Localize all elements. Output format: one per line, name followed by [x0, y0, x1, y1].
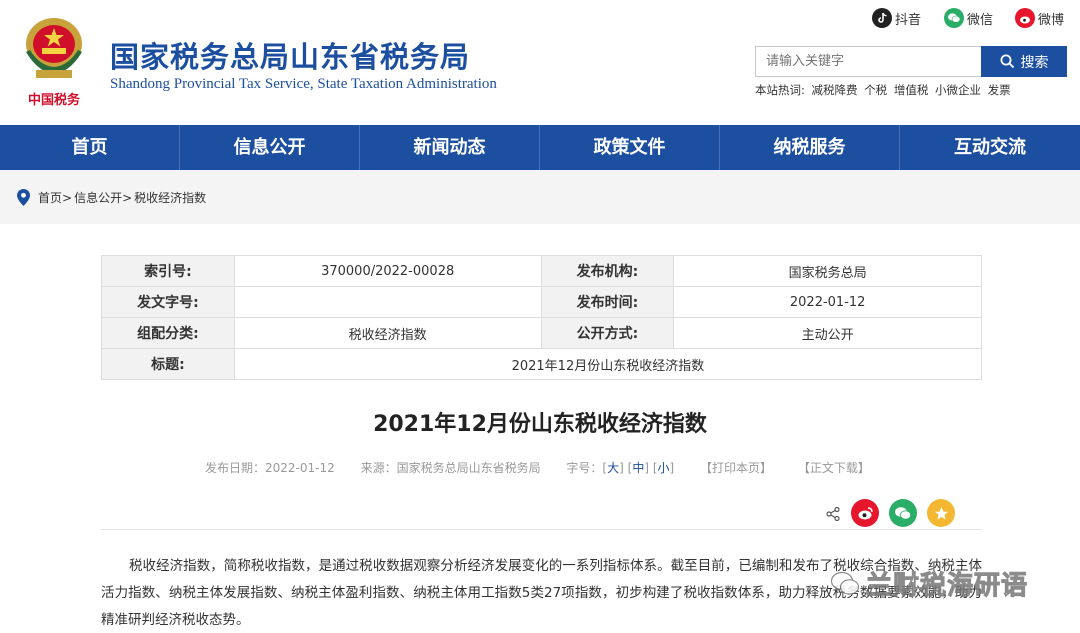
- main-nav: 首页 信息公开 新闻动态 政策文件 纳税服务 互动交流: [0, 125, 1080, 170]
- disclosure-mode-value: 主动公开: [673, 317, 982, 349]
- douyin-link[interactable]: 抖音: [872, 8, 921, 28]
- hot-word-link[interactable]: 增值税: [894, 83, 929, 97]
- nav-item-interaction[interactable]: 互动交流: [900, 125, 1080, 170]
- hot-words: 本站热词: 减税降费 个税 增值税 小微企业 发票: [755, 82, 1011, 98]
- print-page-link[interactable]: 【打印本页】: [700, 461, 772, 475]
- tax-emblem-logo[interactable]: 中国税务: [18, 14, 90, 112]
- hot-word-link[interactable]: 发票: [988, 83, 1011, 97]
- location-pin-icon: [17, 189, 30, 206]
- svg-text:中国税务: 中国税务: [28, 92, 81, 108]
- table-row: 发文字号: 发布时间: 2022-01-12: [101, 286, 982, 318]
- share-weibo-button[interactable]: [851, 499, 879, 527]
- weixin-label: 微信: [967, 12, 994, 28]
- table-row: 组配分类: 税收经济指数 公开方式: 主动公开: [101, 317, 982, 349]
- weibo-icon: [1015, 8, 1035, 28]
- font-size-label: 字号：[: [566, 461, 608, 475]
- nav-item-policy[interactable]: 政策文件: [540, 125, 720, 170]
- category-value: 税收经济指数: [233, 317, 542, 349]
- breadcrumb: 首页> 信息公开> 税收经济指数: [17, 189, 208, 206]
- org-value: 国家税务总局: [673, 255, 982, 287]
- hot-word-link[interactable]: 个税: [864, 83, 887, 97]
- search-icon: [1000, 54, 1014, 69]
- doc-number-label: 发文字号:: [101, 286, 235, 318]
- weibo-label: 微博: [1038, 12, 1065, 28]
- org-label: 发布机构:: [540, 255, 675, 287]
- share-wechat-button[interactable]: [889, 499, 917, 527]
- watermark-text: 兰财税海研语: [865, 571, 1029, 602]
- wechat-icon: [944, 8, 964, 28]
- weibo-link[interactable]: 微博: [1015, 8, 1064, 28]
- doc-number-value: [233, 286, 542, 318]
- douyin-icon: [872, 8, 892, 28]
- font-size-large[interactable]: 大: [607, 461, 619, 475]
- weixin-link[interactable]: 微信: [944, 8, 993, 28]
- search-button[interactable]: 搜索: [981, 46, 1067, 77]
- breadcrumb-info[interactable]: 信息公开>: [74, 189, 132, 206]
- category-label: 组配分类:: [101, 317, 235, 349]
- publish-date-value: 2022-01-12: [673, 286, 982, 318]
- publish-date-label: 发布时间:: [540, 286, 675, 318]
- font-size-medium[interactable]: 中: [632, 461, 644, 475]
- divider: [101, 529, 982, 530]
- weibo-icon: [858, 507, 873, 520]
- wechat-icon: [895, 506, 912, 520]
- table-row: 索引号: 370000/2022-00028 发布机构: 国家税务总局: [101, 255, 982, 287]
- hot-word-link[interactable]: 减税降费: [812, 83, 858, 97]
- article-source: 来源：国家税务总局山东省税务局: [360, 461, 541, 475]
- article-date: 发布日期：2022-01-12: [205, 461, 335, 475]
- breadcrumb-current[interactable]: 税收经济指数: [134, 189, 206, 206]
- share-favorite-button[interactable]: [927, 499, 955, 527]
- index-value: 370000/2022-00028: [233, 255, 542, 287]
- site-subtitle: Shandong Provincial Tax Service, State T…: [110, 76, 497, 92]
- star-icon: [934, 506, 948, 520]
- breadcrumb-bar: 首页> 信息公开> 税收经济指数: [0, 170, 1080, 224]
- watermark: 兰财税海研语: [830, 565, 1028, 602]
- table-row: 标题: 2021年12月份山东税收经济指数: [101, 348, 983, 380]
- douyin-label: 抖音: [895, 12, 922, 28]
- title-value: 2021年12月份山东税收经济指数: [233, 348, 983, 380]
- nav-item-home[interactable]: 首页: [0, 125, 180, 170]
- search-input[interactable]: [755, 46, 982, 77]
- download-link[interactable]: 【正文下载】: [798, 461, 870, 475]
- font-size-separator: ] [: [644, 461, 658, 475]
- site-header: 中国税务 国家税务总局山东省税务局 Shandong Provincial Ta…: [0, 0, 1080, 125]
- font-size-separator: ]: [669, 461, 675, 475]
- font-size-separator: ] [: [619, 461, 633, 475]
- hot-word-link[interactable]: 小微企业: [935, 83, 981, 97]
- article-title: 2021年12月份山东税收经济指数: [373, 412, 707, 437]
- share-icon[interactable]: [826, 507, 840, 521]
- breadcrumb-home[interactable]: 首页>: [38, 189, 72, 206]
- font-size-control: 字号：[大] [中] [小]: [566, 461, 674, 475]
- nav-item-tax-service[interactable]: 纳税服务: [720, 125, 900, 170]
- index-label: 索引号:: [101, 255, 235, 287]
- nav-item-info-disclosure[interactable]: 信息公开: [180, 125, 360, 170]
- site-title[interactable]: 国家税务总局山东省税务局: [110, 34, 470, 76]
- nav-item-news[interactable]: 新闻动态: [360, 125, 540, 170]
- wechat-icon: [830, 571, 860, 595]
- font-size-small[interactable]: 小: [658, 461, 670, 475]
- title-label: 标题:: [101, 348, 235, 380]
- document-info-table: 索引号: 370000/2022-00028 发布机构: 国家税务总局 发文字号…: [101, 255, 983, 380]
- hot-words-label: 本站热词:: [755, 83, 805, 97]
- article-meta: 发布日期：2022-01-12 来源：国家税务总局山东省税务局 字号：[大] […: [205, 459, 892, 476]
- search-button-label: 搜索: [1020, 53, 1049, 70]
- disclosure-mode-label: 公开方式:: [540, 317, 675, 349]
